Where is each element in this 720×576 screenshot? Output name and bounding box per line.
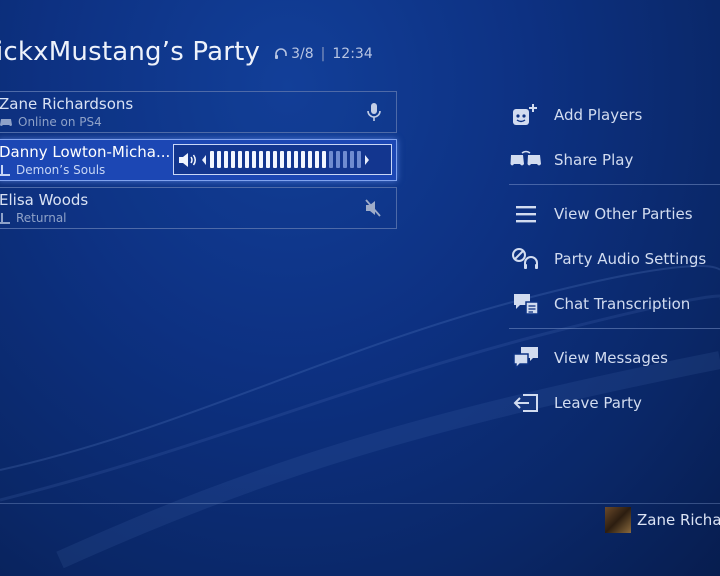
volume-tick [322,151,326,168]
menu-item-chat-transcription[interactable]: Chat Transcription [509,281,720,326]
current-user: Zane Richar [605,507,720,533]
member-name: Elisa Woods [0,191,89,209]
menu-divider [509,328,720,329]
speaker-icon [179,152,196,167]
messages-icon [509,346,543,370]
game-icon [0,164,10,176]
party-actions-menu: Add Players Share Play View Other Partie… [509,92,720,425]
add-player-icon [509,103,543,127]
volume-tick [273,151,277,168]
member-status: Demon’s Souls [0,163,105,177]
volume-tick [294,151,298,168]
headset-icon [275,48,287,59]
party-member-row[interactable]: Elisa Woods Returnal [0,187,397,229]
member-status-text: Online on PS4 [18,115,102,129]
menu-item-label: Share Play [554,150,634,169]
leave-icon [509,392,543,414]
menu-divider [509,184,720,185]
volume-tick [343,151,347,168]
footer-divider [0,503,720,504]
party-title: ickxMustang’s Party [0,37,261,67]
volume-tick [238,151,242,168]
menu-item-share-play[interactable]: Share Play [509,137,720,182]
volume-increase-arrow[interactable] [365,154,369,165]
party-member-list: Zane Richardsons Online on PS4 Danny Low… [0,91,397,235]
volume-tick [280,151,284,168]
menu-item-view-messages[interactable]: View Messages [509,335,720,380]
volume-tick [357,151,361,168]
volume-tick [231,151,235,168]
member-status-text: Returnal [16,211,67,225]
volume-tick [308,151,312,168]
volume-tick [245,151,249,168]
chat-transcription-icon [509,292,543,316]
volume-slider[interactable] [173,144,392,175]
menu-item-label: View Messages [554,348,668,367]
menu-item-label: Chat Transcription [554,294,691,313]
user-name: Zane Richar [637,511,720,529]
controller-icon [0,119,12,126]
game-icon [0,212,10,224]
member-name: Zane Richardsons [0,95,134,113]
volume-tick [210,151,214,168]
menu-item-add-players[interactable]: Add Players [509,92,720,137]
volume-tick [224,151,228,168]
member-name: Danny Lowton-Micha... [0,143,171,161]
clock-time: 12:34 [332,46,373,62]
volume-tick [329,151,333,168]
menu-item-label: Party Audio Settings [554,249,707,268]
party-member-row[interactable]: Zane Richardsons Online on PS4 [0,91,397,133]
meta-divider: | [320,46,326,62]
volume-decrease-arrow[interactable] [202,154,206,165]
menu-item-label: Leave Party [554,393,642,412]
party-member-row-selected[interactable]: Danny Lowton-Micha... Demon’s Souls [0,139,397,181]
menu-item-party-audio-settings[interactable]: Party Audio Settings [509,236,720,281]
party-meta: 3/8 | 12:34 [274,46,373,62]
menu-item-label: Add Players [554,105,643,124]
audio-settings-icon [509,247,543,271]
mic-muted-icon [364,198,382,222]
party-count: 3/8 [291,46,314,62]
avatar [605,507,631,533]
volume-tick [266,151,270,168]
member-status: Returnal [0,211,67,225]
menu-item-label: View Other Parties [554,204,693,223]
menu-item-view-other-parties[interactable]: View Other Parties [509,191,720,236]
volume-tick [217,151,221,168]
member-status-text: Demon’s Souls [16,163,106,177]
list-icon [509,205,543,223]
share-play-icon [509,150,543,170]
volume-tick [287,151,291,168]
member-status: Online on PS4 [0,115,102,129]
mic-icon [366,102,382,126]
volume-tick [301,151,305,168]
volume-tick [252,151,256,168]
party-header: ickxMustang’s Party 3/8 | 12:34 [0,32,373,72]
volume-tick [315,151,319,168]
volume-track [210,151,361,168]
volume-tick [350,151,354,168]
menu-item-leave-party[interactable]: Leave Party [509,380,720,425]
volume-tick [259,151,263,168]
volume-tick [336,151,340,168]
